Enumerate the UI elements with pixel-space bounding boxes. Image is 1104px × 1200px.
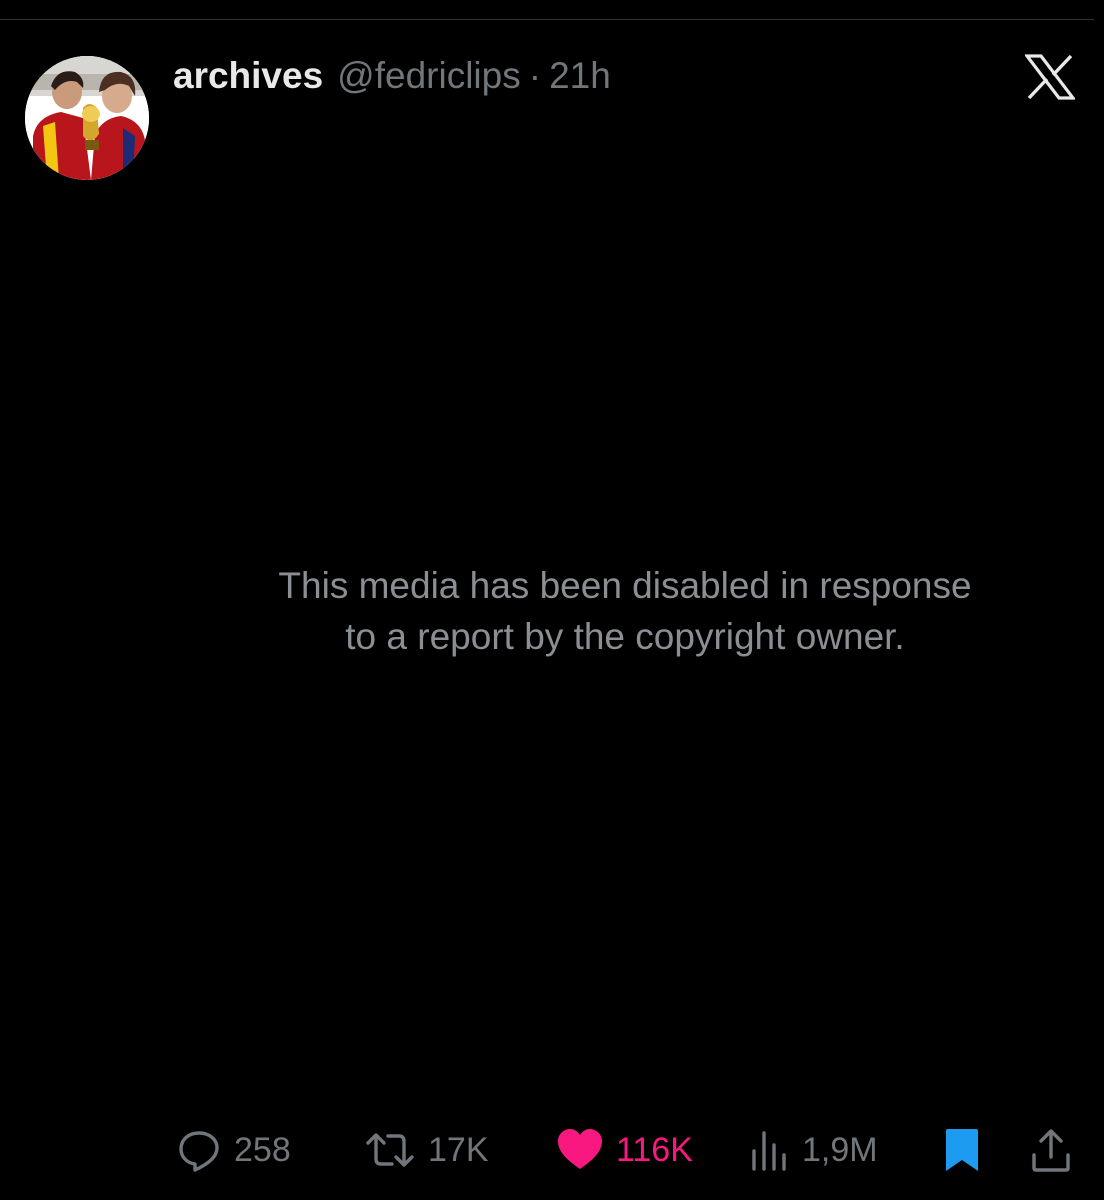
top-divider bbox=[0, 19, 1094, 20]
user-handle[interactable]: @fedriclips bbox=[337, 55, 521, 97]
avatar[interactable] bbox=[25, 56, 149, 180]
share-button[interactable] bbox=[1030, 1122, 1072, 1178]
x-logo-icon[interactable] bbox=[1023, 54, 1077, 100]
post-header: archives @fedriclips · 21h bbox=[173, 54, 611, 98]
views-button[interactable]: 1,9M bbox=[750, 1122, 878, 1178]
heart-icon bbox=[558, 1129, 602, 1169]
action-bar: 258 17K 116K 1,9M bbox=[0, 1122, 1104, 1178]
display-name[interactable]: archives bbox=[173, 55, 323, 97]
like-button[interactable]: 116K bbox=[556, 1122, 693, 1178]
like-count: 116K bbox=[616, 1130, 693, 1169]
repost-button[interactable]: 17K bbox=[364, 1122, 489, 1178]
media-disabled-notice: This media has been disabled in response… bbox=[200, 560, 1050, 662]
reply-button[interactable]: 258 bbox=[176, 1122, 291, 1178]
reply-count: 258 bbox=[234, 1130, 291, 1169]
repost-icon bbox=[366, 1133, 414, 1167]
bookmark-icon bbox=[946, 1129, 978, 1171]
notice-line-1: This media has been disabled in response bbox=[278, 565, 972, 606]
reply-icon bbox=[179, 1131, 219, 1172]
views-count: 1,9M bbox=[802, 1130, 878, 1169]
avatar-photo bbox=[25, 56, 149, 180]
separator-dot: · bbox=[528, 55, 542, 96]
share-icon bbox=[1032, 1129, 1070, 1172]
repost-count: 17K bbox=[428, 1130, 489, 1169]
notice-line-2: to a report by the copyright owner. bbox=[345, 616, 905, 657]
bookmark-button[interactable] bbox=[944, 1122, 980, 1178]
post-timestamp[interactable]: 21h bbox=[549, 55, 611, 97]
views-icon bbox=[752, 1131, 786, 1171]
